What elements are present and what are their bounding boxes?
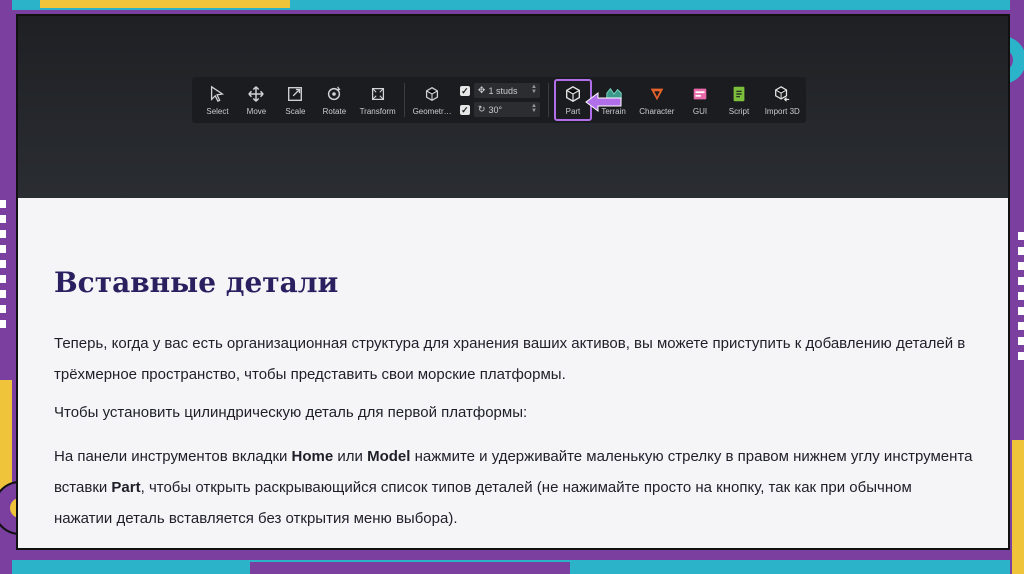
part-term: Part <box>111 479 141 496</box>
paragraph-cylinder: Чтобы установить цилиндрическую деталь д… <box>54 404 528 421</box>
home-tab-term: Home <box>291 448 334 465</box>
rotate-tool[interactable]: Rotate <box>315 77 354 123</box>
text-run: или <box>333 448 368 465</box>
part-cube-icon <box>565 85 580 102</box>
snap-settings: ✓ ✥ 1 studs ▲ ▼ ✓ ↻ 30° ▲ ▼ <box>459 83 540 117</box>
move-icon <box>248 85 265 102</box>
scale-icon <box>288 86 303 101</box>
toolbar-separator <box>404 83 406 117</box>
move-tool[interactable]: Move <box>237 77 276 123</box>
script-icon <box>733 86 745 101</box>
character-icon <box>650 88 664 100</box>
character-tool[interactable]: Character <box>633 77 681 123</box>
part-tool-label: Part <box>565 106 581 116</box>
slide: Select Move Scale Rotate Transform Geome… <box>16 14 1010 550</box>
model-tab-term: Model <box>367 448 411 465</box>
snap-move-checkbox[interactable]: ✓ <box>459 85 470 96</box>
geometry-icon <box>426 86 439 101</box>
gui-tool[interactable]: GUI <box>681 77 720 123</box>
cursor-icon <box>211 85 225 102</box>
snap-move-field[interactable]: ✥ 1 studs ▲ ▼ <box>473 83 540 98</box>
studio-toolbar: Select Move Scale Rotate Transform Geome… <box>192 77 806 123</box>
geometry-tool-label: Geometr… <box>412 106 452 116</box>
page-title: Вставные детали <box>54 266 339 299</box>
import-3d-icon <box>775 85 790 102</box>
spinner-icon[interactable]: ▲ ▼ <box>531 84 537 95</box>
import-3d-tool-label: Import 3D <box>764 106 800 116</box>
snap-rotate-row: ✓ ↻ 30° ▲ ▼ <box>459 102 540 117</box>
move-tool-label: Move <box>246 106 267 116</box>
screenshot-area: Select Move Scale Rotate Transform Geome… <box>18 16 1008 198</box>
snap-move-row: ✓ ✥ 1 studs ▲ ▼ <box>459 83 540 98</box>
transform-tool-label: Transform <box>359 106 396 116</box>
text-run: На панели инструментов вкладки <box>54 448 292 465</box>
gui-tool-label: GUI <box>692 106 708 116</box>
transform-tool[interactable]: Transform <box>354 77 402 123</box>
select-tool-label: Select <box>206 106 229 116</box>
slide-content: Вставные детали Теперь, когда у вас есть… <box>54 266 974 527</box>
move-small-icon: ✥ <box>477 85 486 95</box>
paragraph-intro: Теперь, когда у вас есть организационная… <box>54 335 966 383</box>
callout-arrow-icon <box>585 92 622 112</box>
spinner-icon[interactable]: ▲ ▼ <box>531 103 537 114</box>
rotate-icon <box>328 85 341 100</box>
snap-rotate-value: 30° <box>488 104 503 115</box>
snap-rotate-checkbox[interactable]: ✓ <box>459 104 470 115</box>
gui-icon <box>693 88 707 99</box>
toolbar-separator <box>547 83 549 117</box>
select-tool[interactable]: Select <box>198 77 237 123</box>
snap-move-value: 1 studs <box>488 85 518 96</box>
script-tool[interactable]: Script <box>720 77 759 123</box>
scale-tool-label: Scale <box>285 106 306 116</box>
paragraph-instructions: На панели инструментов вкладки Home или … <box>54 441 974 534</box>
import-3d-tool[interactable]: Import 3D <box>759 77 807 123</box>
rotate-tool-label: Rotate <box>322 106 347 116</box>
snap-rotate-field[interactable]: ↻ 30° ▲ ▼ <box>473 102 540 117</box>
script-tool-label: Script <box>728 106 750 116</box>
transform-icon <box>371 87 384 100</box>
character-tool-label: Character <box>639 106 675 116</box>
rotate-small-icon: ↻ <box>477 104 486 114</box>
text-run: , чтобы открыть раскрывающийся список ти… <box>54 479 912 527</box>
scale-tool[interactable]: Scale <box>276 77 315 123</box>
geometry-tool[interactable]: Geometr… <box>408 77 456 123</box>
